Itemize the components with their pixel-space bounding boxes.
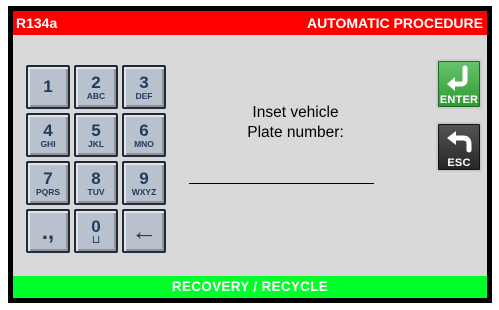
plate-number-field[interactable] [189, 183, 374, 184]
key-digit: 6 [139, 121, 149, 140]
key-letters: WXYZ [131, 187, 157, 197]
key-7[interactable]: 7 PQRS [26, 161, 70, 205]
enter-button[interactable]: ENTER [436, 59, 482, 109]
back-arrow-icon [447, 131, 472, 153]
key-digit: 9 [139, 169, 149, 188]
key-5[interactable]: 5 JKL [74, 113, 118, 157]
key-digit: 2 [91, 73, 101, 92]
screen: R134a AUTOMATIC PROCEDURE 1 2 ABC 3 DEF … [13, 11, 487, 298]
mode-label: RECOVERY / RECYCLE [171, 279, 329, 294]
header-bar: R134a AUTOMATIC PROCEDURE [13, 11, 487, 35]
key-digit: 8 [91, 169, 101, 188]
key-0[interactable]: 0 ⊔ [74, 209, 118, 253]
key-4[interactable]: 4 GHI [26, 113, 70, 157]
key-digit: 5 [91, 121, 101, 140]
key-letters: DEF [135, 91, 153, 101]
enter-arrow-icon [447, 65, 468, 91]
key-6[interactable]: 6 MNO [122, 113, 166, 157]
refrigerant-label: R134a [16, 15, 58, 31]
key-3[interactable]: 3 DEF [122, 65, 166, 109]
procedure-title: AUTOMATIC PROCEDURE [306, 15, 483, 31]
key-digit: 0 [91, 217, 101, 236]
key-letters: PQRS [35, 187, 61, 197]
key-2[interactable]: 2 ABC [74, 65, 118, 109]
device-frame: R134a AUTOMATIC PROCEDURE 1 2 ABC 3 DEF … [8, 6, 492, 303]
esc-button[interactable]: ESC [436, 122, 482, 172]
key-letters: TUV [87, 187, 105, 197]
key-letters: GHI [40, 139, 56, 149]
key-punctuation[interactable]: ., [26, 209, 70, 253]
backspace-key[interactable]: ← [122, 209, 166, 253]
key-digit: 1 [43, 77, 53, 96]
space-symbol: ⊔ [91, 234, 101, 246]
key-digit: 4 [43, 121, 53, 140]
key-letters: MNO [134, 139, 154, 149]
key-8[interactable]: 8 TUV [74, 161, 118, 205]
key-9[interactable]: 9 WXYZ [122, 161, 166, 205]
key-digit: ., [41, 219, 55, 244]
key-1[interactable]: 1 [26, 65, 70, 109]
key-digit: 3 [139, 73, 149, 92]
key-digit: 7 [43, 169, 53, 188]
key-letters: JKL [87, 139, 105, 149]
key-letters: ABC [86, 91, 106, 101]
esc-label: ESC [447, 157, 471, 169]
prompt-text: Inset vehicle Plate number: [228, 103, 363, 143]
backspace-arrow-icon: ← [131, 216, 157, 246]
footer-bar: RECOVERY / RECYCLE [13, 276, 487, 298]
prompt-line-2: Plate number: [247, 124, 344, 141]
enter-label: ENTER [439, 94, 479, 106]
prompt-line-1: Inset vehicle [252, 104, 339, 121]
